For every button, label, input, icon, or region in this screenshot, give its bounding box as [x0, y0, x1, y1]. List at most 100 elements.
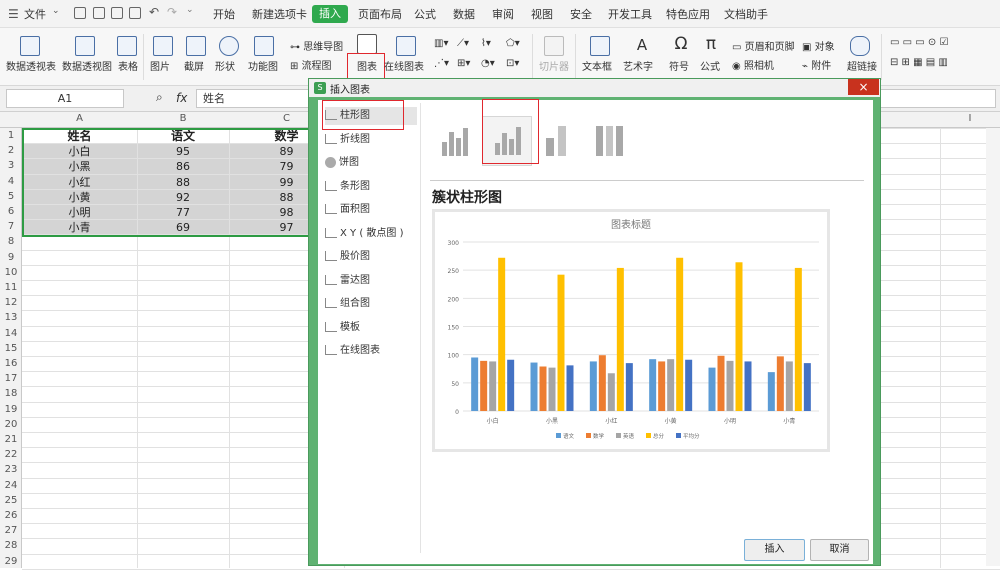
row-number[interactable]: 14 [0, 326, 22, 341]
formula-icon[interactable]: π [701, 34, 721, 54]
line-chart-dropdown-icon[interactable]: ⟋▾ [457, 38, 469, 49]
hyperlink-label[interactable]: 超链接 [847, 58, 877, 73]
art-text-icon[interactable]: A [632, 36, 652, 56]
attachment-button[interactable]: ⌁ 附件 [802, 57, 831, 72]
pie-chart-dropdown-icon[interactable]: ◔▾ [481, 58, 495, 69]
chart-type-item[interactable]: 饼图 [325, 154, 417, 172]
row-number[interactable]: 13 [0, 310, 22, 325]
save-icon[interactable] [74, 7, 86, 19]
chart-icon[interactable] [357, 34, 377, 54]
tab-insert[interactable]: 插入 [312, 5, 348, 23]
subtype-stacked-column[interactable] [534, 116, 584, 166]
row-number[interactable]: 8 [0, 234, 22, 249]
column-i-header[interactable]: I [940, 113, 1000, 124]
row-number[interactable]: 21 [0, 432, 22, 447]
hyperlink-icon[interactable] [850, 36, 870, 56]
row-number[interactable]: 23 [0, 462, 22, 477]
textbox-icon[interactable] [590, 36, 610, 56]
tab-assistant[interactable]: 文档助手 [724, 6, 768, 22]
pivot-chart-label[interactable]: 数据透视图 [62, 58, 112, 73]
name-box[interactable]: A1 [6, 89, 124, 108]
tab-page-layout[interactable]: 页面布局 [358, 6, 402, 22]
tab-formula[interactable]: 公式 [414, 6, 436, 22]
row-number[interactable]: 22 [0, 447, 22, 462]
pivot-chart-icon[interactable] [75, 36, 95, 56]
row-number[interactable]: 27 [0, 523, 22, 538]
flowchart-button[interactable]: ⊞ 流程图 [290, 57, 332, 72]
row-number[interactable]: 25 [0, 493, 22, 508]
row-number[interactable]: 17 [0, 371, 22, 386]
row-number[interactable]: 11 [0, 280, 22, 295]
row-number[interactable]: 19 [0, 402, 22, 417]
formula-label[interactable]: 公式 [700, 58, 720, 73]
pivot-table-icon[interactable] [20, 36, 40, 56]
vertical-scrollbar[interactable] [986, 128, 1000, 566]
column-b-header[interactable]: B [137, 113, 229, 124]
table-label[interactable]: 表格 [118, 58, 138, 73]
mindmap-button[interactable]: ⊶ 思维导图 [290, 38, 343, 53]
row-number[interactable]: 1 [0, 128, 22, 143]
radar-chart-dropdown-icon[interactable]: ⬠▾ [506, 38, 520, 49]
row-number[interactable]: 18 [0, 386, 22, 401]
tab-data[interactable]: 数据 [453, 6, 475, 22]
row-number[interactable]: 2 [0, 143, 22, 158]
fx-icon[interactable]: fx [176, 91, 187, 105]
online-chart-label[interactable]: 在线图表 [384, 58, 424, 73]
object-button[interactable]: ▣ 对象 [802, 38, 835, 53]
symbol-label[interactable]: 符号 [669, 58, 689, 73]
dialog-titlebar[interactable]: S 插入图表 × [309, 79, 880, 97]
undo-icon[interactable]: ↶ [149, 5, 159, 19]
tab-review[interactable]: 审阅 [492, 6, 514, 22]
tab-home[interactable]: 开始 [213, 6, 235, 22]
art-text-label[interactable]: 艺术字 [623, 58, 653, 73]
function-chart-icon[interactable] [254, 36, 274, 56]
row-number[interactable]: 10 [0, 265, 22, 280]
symbol-icon[interactable]: Ω [671, 34, 691, 54]
preview-icon[interactable] [129, 7, 141, 19]
shapes-label[interactable]: 形状 [215, 58, 235, 73]
combo-chart-dropdown-icon[interactable]: ⊡▾ [506, 58, 519, 69]
print-icon[interactable] [111, 7, 123, 19]
picture-label[interactable]: 图片 [150, 58, 170, 73]
row-number[interactable]: 15 [0, 341, 22, 356]
chart-type-item[interactable]: 条形图 [325, 178, 417, 196]
chart-type-item[interactable]: X Y ( 散点图 ) [325, 225, 417, 243]
textbox-label[interactable]: 文本框 [582, 58, 612, 73]
row-number[interactable]: 16 [0, 356, 22, 371]
export-icon[interactable] [93, 7, 105, 19]
cancel-button[interactable]: 取消 [810, 539, 869, 561]
row-number[interactable]: 28 [0, 538, 22, 553]
online-chart-icon[interactable] [396, 36, 416, 56]
zoom-icon[interactable]: ⌕ [156, 90, 163, 105]
chevron-down-icon[interactable]: ⌄ [52, 6, 60, 16]
row-number[interactable]: 26 [0, 508, 22, 523]
pivot-table-label[interactable]: 数据透视表 [6, 58, 56, 73]
tab-special[interactable]: 特色应用 [666, 6, 710, 22]
hamburger-icon[interactable]: ☰ [8, 7, 19, 21]
chart-type-item[interactable]: 在线图表 [325, 342, 417, 360]
close-button[interactable]: × [848, 79, 879, 95]
insert-button[interactable]: 插入 [744, 539, 805, 561]
subtype-percent-stacked-column[interactable] [586, 116, 636, 166]
row-number[interactable]: 24 [0, 478, 22, 493]
stock-chart-dropdown-icon[interactable]: ⊞▾ [457, 58, 470, 69]
row-number[interactable]: 9 [0, 250, 22, 265]
chart-type-item[interactable]: 模板 [325, 319, 417, 337]
row-number[interactable]: 20 [0, 417, 22, 432]
chart-type-item[interactable]: 组合图 [325, 295, 417, 313]
tab-developer[interactable]: 开发工具 [608, 6, 652, 22]
more-icon[interactable]: ⌄ [186, 5, 194, 15]
picture-icon[interactable] [153, 36, 173, 56]
form-control-icon[interactable]: ⊟ ⊞ ▦ ▤ ▥ [890, 57, 948, 68]
chart-type-item[interactable]: 股价图 [325, 248, 417, 266]
camera-button[interactable]: ◉ 照相机 [732, 57, 774, 72]
column-a-header[interactable]: A [22, 113, 137, 124]
function-chart-label[interactable]: 功能图 [248, 58, 278, 73]
row-number[interactable]: 12 [0, 295, 22, 310]
bar-chart-dropdown-icon[interactable]: ▥▾ [434, 38, 448, 49]
header-footer-button[interactable]: ▭ 页眉和页脚 [732, 38, 795, 53]
row-number[interactable]: 4 [0, 174, 22, 189]
tab-view[interactable]: 视图 [531, 6, 553, 22]
row-number[interactable]: 7 [0, 219, 22, 234]
row-number[interactable]: 6 [0, 204, 22, 219]
